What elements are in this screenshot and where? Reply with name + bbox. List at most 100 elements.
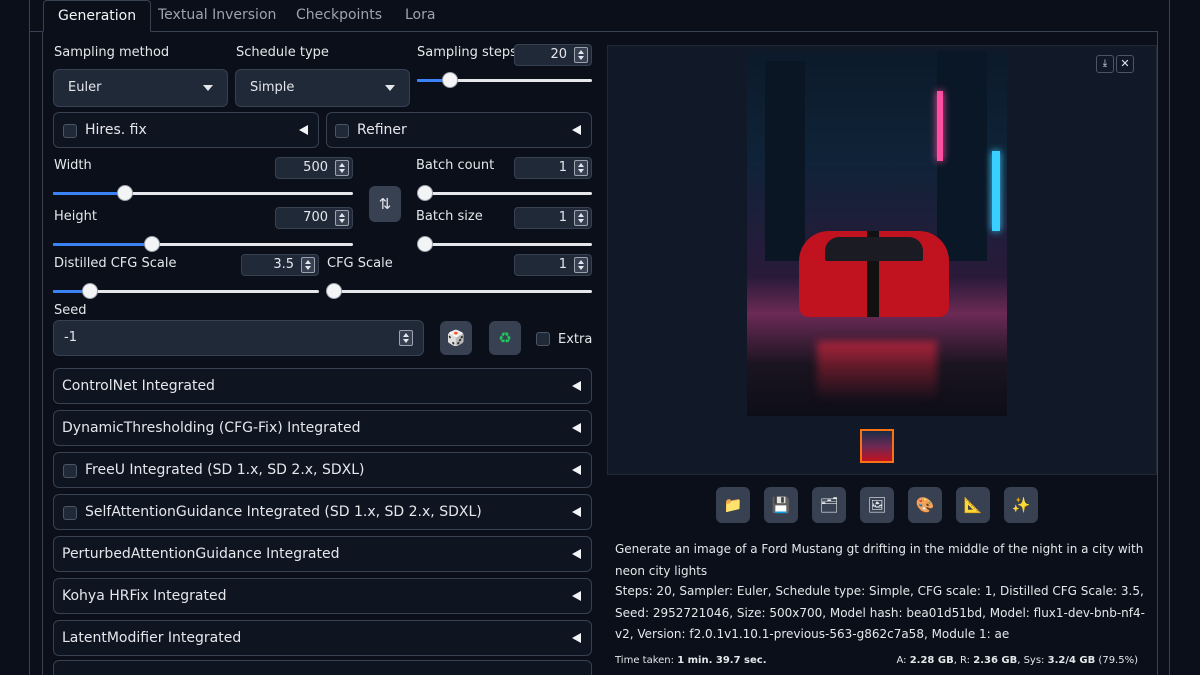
tab-bar: Generation Textual Inversion Checkpoints… [30, 0, 1158, 32]
height-slider[interactable] [53, 236, 353, 252]
generated-image[interactable] [747, 51, 1007, 416]
collapse-arrow-icon[interactable] [299, 125, 308, 135]
time-taken: Time taken: 1 min. 39.7 sec. [615, 655, 767, 666]
accordion-label: SelfAttentionGuidance Integrated (SD 1.x… [85, 504, 482, 520]
width-value: 500 [303, 160, 328, 175]
accordion-item[interactable]: SelfAttentionGuidance Integrated (SD 1.x… [53, 494, 592, 530]
schedule-type-label: Schedule type [236, 45, 329, 60]
stepper-icon[interactable] [335, 210, 349, 226]
stepper-icon[interactable] [574, 47, 588, 63]
sparkle-icon: ✨ [1011, 496, 1031, 514]
image-thumbnail[interactable] [860, 429, 894, 463]
close-button[interactable]: ✕ [1116, 55, 1134, 73]
reuse-seed-button[interactable]: ♻ [489, 321, 521, 355]
accordion-checkbox[interactable] [63, 464, 77, 478]
output-params: Steps: 20, Sampler: Euler, Schedule type… [615, 584, 1145, 641]
time-label: Time taken: [615, 655, 678, 666]
stepper-icon[interactable] [335, 160, 349, 176]
collapse-arrow-icon[interactable] [572, 125, 581, 135]
accordion-item[interactable]: FreeU Integrated (SD 1.x, SD 2.x, SDXL) [53, 452, 592, 488]
swap-dimensions-button[interactable]: ⇅ [369, 186, 401, 222]
sampling-steps-input[interactable]: 20 [514, 44, 592, 66]
slider-fill [53, 192, 125, 195]
tab-textual-inversion[interactable]: Textual Inversion [144, 0, 290, 32]
tab-checkpoints[interactable]: Checkpoints [282, 0, 396, 32]
open-folder-button[interactable]: 📁 [716, 487, 750, 523]
batch-size-slider[interactable] [417, 236, 592, 252]
stepper-icon[interactable] [399, 330, 413, 346]
batch-size-value: 1 [558, 210, 567, 225]
accordion-item[interactable]: DynamicThresholding (CFG-Fix) Integrated [53, 410, 592, 446]
width-input[interactable]: 500 [275, 157, 353, 179]
height-input[interactable]: 700 [275, 207, 353, 229]
collapse-arrow-icon[interactable] [572, 465, 581, 475]
distilled-cfg-slider[interactable] [53, 283, 319, 299]
collapse-arrow-icon[interactable] [572, 381, 581, 391]
slider-knob[interactable] [417, 185, 433, 201]
send-to-img2img-button[interactable]: 🖼 [860, 487, 894, 523]
accordion-item[interactable]: LatentModifier Integrated [53, 620, 592, 656]
accordion-checkbox[interactable] [63, 506, 77, 520]
refiner-accordion[interactable]: Refiner [326, 112, 592, 148]
output-image-panel: ⤓ ✕ [607, 45, 1157, 475]
slider-knob[interactable] [144, 236, 160, 252]
random-seed-button[interactable]: 🎲 [440, 321, 472, 355]
slider-knob[interactable] [325, 283, 342, 299]
stepper-icon[interactable] [301, 257, 315, 273]
distilled-cfg-input[interactable]: 3.5 [241, 254, 319, 276]
send-to-extras-button[interactable]: 📐 [956, 487, 990, 523]
upscale-button[interactable]: ✨ [1004, 487, 1038, 523]
cfg-scale-input[interactable]: 1 [514, 254, 592, 276]
sampling-method-value: Euler [68, 80, 102, 95]
neon-sign [937, 91, 943, 161]
recycle-icon: ♻ [498, 329, 512, 347]
slider-knob[interactable] [417, 236, 433, 252]
hires-fix-accordion[interactable]: Hires. fix [53, 112, 319, 148]
refiner-checkbox[interactable] [335, 124, 349, 138]
mem-sys-value: 3.2/4 GB [1047, 655, 1096, 666]
stepper-icon[interactable] [574, 257, 588, 273]
stepper-icon[interactable] [574, 160, 588, 176]
accordion-label: LatentModifier Integrated [62, 630, 242, 646]
schedule-type-dropdown[interactable]: Simple [235, 69, 410, 107]
slider-knob[interactable] [117, 185, 133, 201]
width-slider[interactable] [53, 185, 353, 201]
car-windshield [825, 237, 923, 261]
accordion-label: Kohya HRFix Integrated [62, 588, 227, 604]
accordion-item[interactable]: Kohya HRFix Integrated [53, 578, 592, 614]
sampling-method-dropdown[interactable]: Euler [53, 69, 228, 107]
mem-a-label: A: [896, 655, 910, 666]
seed-input[interactable]: -1 [53, 320, 424, 356]
hires-fix-checkbox[interactable] [63, 124, 77, 138]
sampling-steps-slider[interactable] [417, 72, 592, 88]
send-to-inpaint-button[interactable]: 🎨 [908, 487, 942, 523]
batch-count-value: 1 [558, 160, 567, 175]
stepper-icon[interactable] [574, 210, 588, 226]
collapse-arrow-icon[interactable] [572, 633, 581, 643]
memory-usage: A: 2.28 GB, R: 2.36 GB, Sys: 3.2/4 GB (7… [896, 655, 1138, 666]
download-button[interactable]: ⤓ [1096, 55, 1114, 73]
extra-label: Extra [558, 332, 593, 347]
sampling-method-label: Sampling method [54, 45, 170, 60]
collapse-arrow-icon[interactable] [572, 507, 581, 517]
partial-accordion[interactable] [53, 660, 592, 675]
accordion-label: FreeU Integrated (SD 1.x, SD 2.x, SDXL) [85, 462, 365, 478]
zip-button[interactable]: 🗂 [812, 487, 846, 523]
accordion-item[interactable]: ControlNet Integrated [53, 368, 592, 404]
cfg-scale-slider[interactable] [325, 283, 592, 299]
collapse-arrow-icon[interactable] [572, 549, 581, 559]
batch-count-slider[interactable] [417, 185, 592, 201]
batch-count-input[interactable]: 1 [514, 157, 592, 179]
extra-checkbox[interactable] [536, 332, 550, 346]
tab-lora[interactable]: Lora [391, 0, 449, 32]
save-button[interactable]: 💾 [764, 487, 798, 523]
width-label: Width [54, 158, 92, 173]
folder-icon: 📁 [723, 496, 743, 514]
accordion-item[interactable]: PerturbedAttentionGuidance Integrated [53, 536, 592, 572]
collapse-arrow-icon[interactable] [572, 591, 581, 601]
collapse-arrow-icon[interactable] [572, 423, 581, 433]
tab-generation[interactable]: Generation [43, 0, 152, 32]
slider-fill [53, 243, 152, 246]
batch-size-input[interactable]: 1 [514, 207, 592, 229]
chevron-down-icon [385, 85, 395, 91]
